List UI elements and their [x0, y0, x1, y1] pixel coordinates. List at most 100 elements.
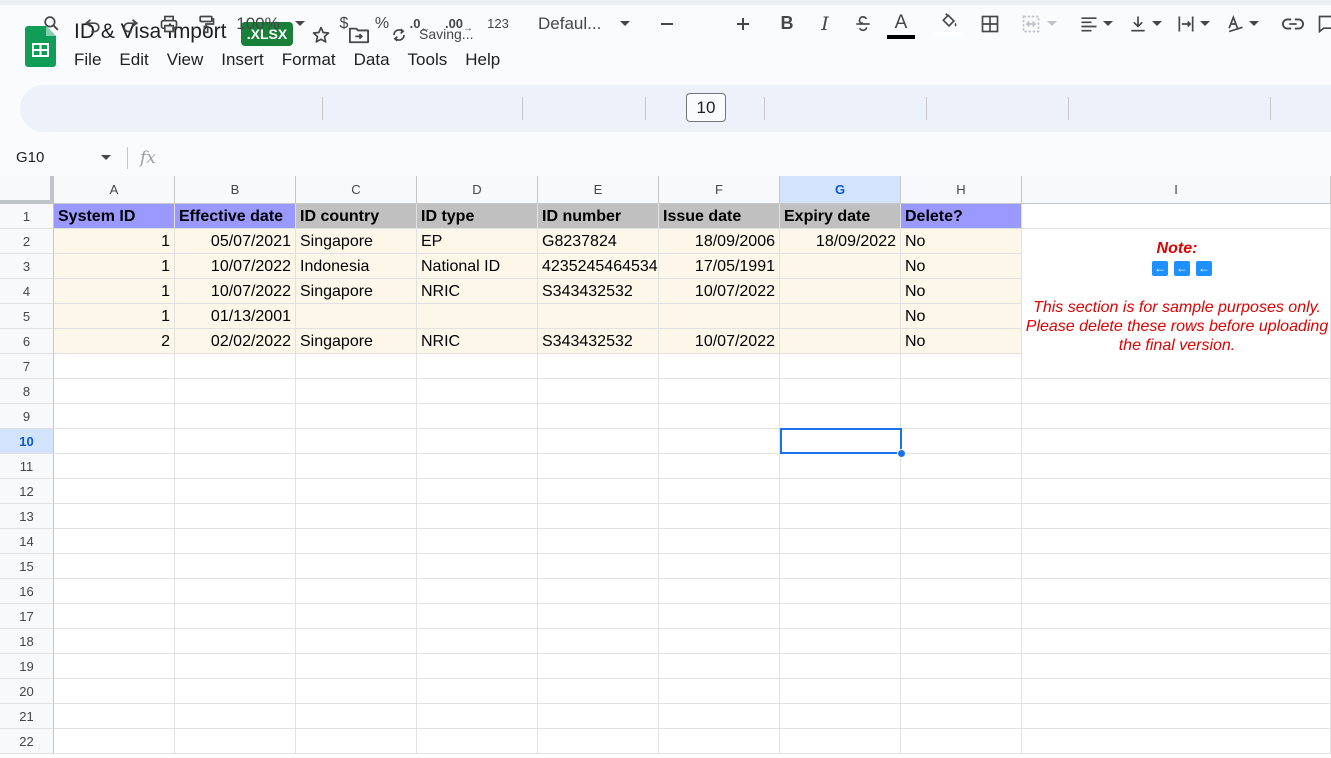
cell-b19[interactable]: [175, 654, 296, 679]
cell-g3[interactable]: [780, 254, 901, 279]
cell-i16[interactable]: [1022, 579, 1331, 604]
cell-c3[interactable]: Indonesia: [296, 254, 417, 279]
cell-b8[interactable]: [175, 379, 296, 404]
cell-h17[interactable]: [901, 604, 1022, 629]
cell-e21[interactable]: [538, 704, 659, 729]
cell-f12[interactable]: [659, 479, 780, 504]
insert-link-icon[interactable]: [1280, 0, 1306, 47]
cell-c8[interactable]: [296, 379, 417, 404]
column-header-d[interactable]: D: [417, 176, 538, 204]
cell-h4[interactable]: No: [901, 279, 1022, 304]
print-icon[interactable]: [156, 0, 182, 47]
cell-f14[interactable]: [659, 529, 780, 554]
fill-color-button[interactable]: [934, 0, 964, 47]
cell-d5[interactable]: [417, 304, 538, 329]
cell-h12[interactable]: [901, 479, 1022, 504]
cell-g19[interactable]: [780, 654, 901, 679]
cell-a17[interactable]: [54, 604, 175, 629]
row-header-21[interactable]: 21: [0, 704, 54, 729]
cell-d20[interactable]: [417, 679, 538, 704]
cell-e11[interactable]: [538, 454, 659, 479]
cell-h18[interactable]: [901, 629, 1022, 654]
currency-format-button[interactable]: $: [334, 0, 354, 47]
cell-g14[interactable]: [780, 529, 901, 554]
cell-h13[interactable]: [901, 504, 1022, 529]
number-format-button[interactable]: 123: [484, 0, 512, 47]
column-header-f[interactable]: F: [659, 176, 780, 204]
cell-e9[interactable]: [538, 404, 659, 429]
cell-a12[interactable]: [54, 479, 175, 504]
cell-h15[interactable]: [901, 554, 1022, 579]
cell-i20[interactable]: [1022, 679, 1331, 704]
cell-b20[interactable]: [175, 679, 296, 704]
cell-d8[interactable]: [417, 379, 538, 404]
cell-b5[interactable]: 01/13/2001: [175, 304, 296, 329]
menu-data[interactable]: Data: [354, 50, 390, 70]
cell-c22[interactable]: [296, 729, 417, 754]
cell-d18[interactable]: [417, 629, 538, 654]
text-rotation-icon[interactable]: [1221, 0, 1263, 47]
cell-h5[interactable]: No: [901, 304, 1022, 329]
text-color-button[interactable]: A: [886, 0, 916, 47]
row-header-7[interactable]: 7: [0, 354, 54, 379]
cell-a4[interactable]: 1: [54, 279, 175, 304]
cell-c16[interactable]: [296, 579, 417, 604]
cell-e10[interactable]: [538, 429, 659, 454]
cell-c19[interactable]: [296, 654, 417, 679]
cell-b6[interactable]: 02/02/2022: [175, 329, 296, 354]
menu-view[interactable]: View: [167, 50, 204, 70]
name-box-chevron-down-icon[interactable]: [100, 150, 112, 169]
cell-a3[interactable]: 1: [54, 254, 175, 279]
zoom-chevron-down-icon[interactable]: [290, 0, 310, 47]
cell-h7[interactable]: [901, 354, 1022, 379]
cell-e8[interactable]: [538, 379, 659, 404]
column-header-c[interactable]: C: [296, 176, 417, 204]
cell-b10[interactable]: [175, 429, 296, 454]
cell-b12[interactable]: [175, 479, 296, 504]
cell-b13[interactable]: [175, 504, 296, 529]
search-menus-icon[interactable]: [38, 0, 64, 47]
cell-e19[interactable]: [538, 654, 659, 679]
cell-a9[interactable]: [54, 404, 175, 429]
cell-b15[interactable]: [175, 554, 296, 579]
cell-h16[interactable]: [901, 579, 1022, 604]
cell-g2[interactable]: 18/09/2022: [780, 229, 901, 254]
increase-decimal-button[interactable]: .00 →: [444, 0, 474, 47]
cell-i12[interactable]: [1022, 479, 1331, 504]
menu-format[interactable]: Format: [282, 50, 336, 70]
cell-b21[interactable]: [175, 704, 296, 729]
cell-i14[interactable]: [1022, 529, 1331, 554]
font-family-select[interactable]: Defaul...: [538, 0, 608, 47]
menu-help[interactable]: Help: [465, 50, 500, 70]
cell-a7[interactable]: [54, 354, 175, 379]
cell-f17[interactable]: [659, 604, 780, 629]
header-cell-a1[interactable]: System ID: [54, 204, 175, 229]
undo-icon[interactable]: [80, 0, 106, 47]
strikethrough-icon[interactable]: [851, 0, 875, 47]
cell-a15[interactable]: [54, 554, 175, 579]
cell-h9[interactable]: [901, 404, 1022, 429]
row-header-18[interactable]: 18: [0, 629, 54, 654]
cell-h22[interactable]: [901, 729, 1022, 754]
cell-c7[interactable]: [296, 354, 417, 379]
cell-d17[interactable]: [417, 604, 538, 629]
cell-i18[interactable]: [1022, 629, 1331, 654]
cell-c18[interactable]: [296, 629, 417, 654]
cell-a14[interactable]: [54, 529, 175, 554]
cell-f9[interactable]: [659, 404, 780, 429]
menu-file[interactable]: File: [74, 50, 101, 70]
cell-e5[interactable]: [538, 304, 659, 329]
cell-g21[interactable]: [780, 704, 901, 729]
cell-e20[interactable]: [538, 679, 659, 704]
row-header-19[interactable]: 19: [0, 654, 54, 679]
cell-h8[interactable]: [901, 379, 1022, 404]
cell-h10[interactable]: [901, 429, 1022, 454]
cell-b18[interactable]: [175, 629, 296, 654]
cell-h11[interactable]: [901, 454, 1022, 479]
row-header-3[interactable]: 3: [0, 254, 54, 279]
cell-g17[interactable]: [780, 604, 901, 629]
cell-c4[interactable]: Singapore: [296, 279, 417, 304]
cell-g7[interactable]: [780, 354, 901, 379]
cell-i17[interactable]: [1022, 604, 1331, 629]
cell-d22[interactable]: [417, 729, 538, 754]
